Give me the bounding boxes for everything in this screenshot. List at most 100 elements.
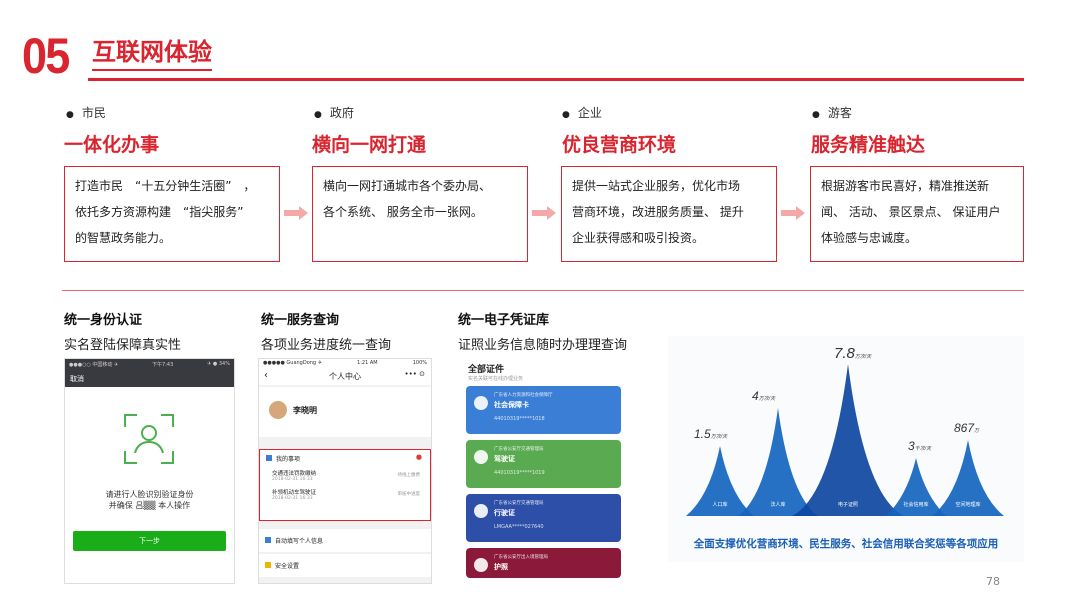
peak-shape	[792, 364, 904, 516]
status-time: 下午7:43	[152, 362, 174, 368]
certificate-card[interactable]: 广东省人力资源和社会保障厅 社会保障卡 44010319*****1018	[466, 386, 621, 434]
next-button[interactable]: 下一步	[73, 531, 226, 551]
status-bar: ●●●○○ 中国移动 ✈ 下午7:43 ✈ ● 34%	[65, 359, 234, 371]
notification-badge: ●	[415, 453, 422, 461]
row-security[interactable]: 安全设置	[259, 554, 431, 577]
peak-label: 空间地理库	[955, 501, 980, 508]
nav-bar: ‹ 个人中心 ••• ⊙	[259, 369, 431, 385]
desc-line: 企业获得感和吸引投资。	[572, 231, 705, 245]
phone-face-verify: ●●●○○ 中国移动 ✈ 下午7:43 ✈ ● 34% 取消 请进行人脸识别验证…	[64, 358, 235, 584]
certificate-org: 广东省公安厅交通管理局	[494, 501, 544, 506]
row-my-matters[interactable]: 我的事项 ●	[260, 450, 430, 467]
desc-line: 打造市民 “十五分钟生活圈” ，	[75, 179, 256, 193]
desc-line: 提供一站式企业服务，优化市场	[572, 179, 741, 193]
cancel-link[interactable]: 取消	[65, 371, 234, 387]
matter-status: 审核中进度	[397, 492, 421, 497]
certificate-name: 社会保障卡	[494, 401, 529, 409]
certificate-name: 护照	[494, 563, 508, 571]
section-number: 05	[22, 28, 70, 84]
matter-item[interactable]: 补领机动车驾驶证 2018-02-31 16:33 审核中进度	[260, 484, 430, 505]
heading-enterprise: 优良营商环境	[562, 134, 677, 156]
certificate-icon	[474, 558, 488, 572]
certificates-title: 全部证件	[468, 365, 505, 375]
certificates-subtitle: 实名关联可在线办理业务	[468, 376, 524, 382]
title-divider	[88, 78, 1024, 81]
peaks-svg: 人口库 1.5万次/天法人库 4万次/天电子证照 7.8万次/天社会信用库 3千次/天空…	[686, 345, 1004, 516]
avatar	[269, 401, 287, 419]
desc-line: 体验感与忠诚度。	[821, 231, 918, 245]
heading-government: 横向一网打通	[312, 134, 427, 156]
desc-line: 各个系统、 服务全市一张网。	[323, 205, 483, 219]
row-label: 自动填写个人信息	[275, 538, 324, 545]
certificate-org: 广东省人力资源和社会保障厅	[494, 393, 553, 398]
peak-label: 社会信用库	[903, 501, 928, 508]
face-prompt: 请进行人脸识别验证身份 并确保 吕▒▒ 本人操作	[65, 489, 234, 511]
row-label: 我的事项	[276, 456, 301, 463]
certificate-card[interactable]: 广东省公安厅出入境管理局 护照	[466, 548, 621, 578]
section-desc-certificate: 证照业务信息随时办理理查询	[458, 338, 628, 353]
shield-icon	[265, 562, 271, 568]
peak-label: 电子证照	[838, 501, 858, 508]
certificate-number: 44010319*****1019	[494, 470, 545, 476]
desc-line: 的智慧政务能力。	[75, 231, 172, 245]
peak-value: 7.8万次/天	[834, 345, 872, 362]
prompt-line: 并确保 吕▒▒ 本人操作	[108, 501, 191, 510]
matter-title: 补领机动车驾驶证	[272, 490, 317, 496]
peak-label: 人口库	[712, 501, 727, 508]
prompt-line: 请进行人脸识别验证身份	[105, 490, 194, 499]
section-divider	[62, 290, 1024, 291]
peak-value: 867万	[954, 421, 980, 435]
more-icon[interactable]: ••• ⊙	[405, 370, 425, 378]
heading-tourist: 服务精准触达	[811, 134, 926, 156]
certificate-list: 广东省人力资源和社会保障厅 社会保障卡 44010319*****1018 广东…	[458, 386, 629, 578]
peak-value: 1.5万次/天	[694, 427, 728, 441]
user-card: 李晓明	[259, 387, 431, 437]
certificate-icon	[474, 504, 488, 518]
row-label: 安全设置	[275, 563, 300, 570]
section-heading-identity: 统一身份认证	[64, 313, 143, 328]
arrow-right-icon	[532, 206, 556, 220]
section-desc-query: 各项业务进度统一查询	[261, 338, 392, 353]
autofill-icon	[265, 537, 271, 543]
my-matters-panel[interactable]: 我的事项 ● 交通违法罚款缴纳 2018-02-31 16:33 待线上缴费 补…	[259, 449, 431, 521]
certificate-name: 驾驶证	[494, 455, 515, 463]
arrow-right-icon	[781, 206, 805, 220]
certificate-org: 广东省公安厅出入境管理局	[494, 555, 548, 560]
usage-peaks-chart: 人口库 1.5万次/天 法人库 4万次/天 电子证照 7.8万次/天 社会信用库 3千次/天空…	[668, 336, 1024, 562]
section-desc-identity: 实名登陆保障真实性	[64, 338, 182, 353]
matter-date: 2018-02-31 16:33	[272, 496, 313, 501]
certificate-icon	[474, 396, 488, 410]
certificate-card[interactable]: 广东省公安厅交通管理局 驾驶证 44010319*****1019	[466, 440, 621, 488]
category-government: 政府	[314, 104, 354, 121]
matter-title: 交通违法罚款缴纳	[272, 471, 317, 477]
certificate-number: 44010319*****1018	[494, 416, 545, 422]
certificate-number: LMGAA*****027640	[494, 524, 544, 530]
status-battery: ✈ ● 34%	[207, 361, 230, 367]
certificate-org: 广东省公安厅交通管理局	[494, 447, 544, 452]
category-enterprise: 企业	[562, 104, 602, 121]
peak-value: 3千次/天	[908, 439, 932, 453]
face-scan-icon	[124, 414, 174, 464]
user-name: 李晓明	[293, 406, 317, 415]
arrow-right-icon	[284, 206, 308, 220]
row-autofill[interactable]: 自动填写个人信息	[259, 529, 431, 552]
status-bar: ●●●●● GuangDong ✈ 1:21 AM 100%	[259, 359, 431, 369]
category-tourist: 游客	[812, 104, 852, 121]
certificate-icon	[474, 450, 488, 464]
status-carrier: ●●●○○ 中国移动 ✈	[69, 362, 119, 368]
desc-line: 营商环境，改进服务质量、 提升	[572, 205, 744, 219]
desc-line: 根据游客市民喜好，精准推送新	[821, 179, 990, 193]
peak-shape	[738, 408, 818, 516]
category-citizen: 市民	[66, 104, 106, 121]
heading-citizen: 一体化办事	[64, 134, 160, 156]
desc-box-citizen: 打造市民 “十五分钟生活圈” ， 依托多方资源构建 “指尖服务” 的智慧政务能力…	[64, 166, 280, 262]
desc-box-enterprise: 提供一站式企业服务，优化市场 营商环境，改进服务质量、 提升 企业获得感和吸引投…	[561, 166, 777, 262]
status-time: 1:21 AM	[357, 360, 378, 366]
page-number: 78	[986, 575, 1000, 588]
matter-item[interactable]: 交通违法罚款缴纳 2018-02-31 16:33 待线上缴费	[260, 467, 430, 484]
status-battery: 100%	[412, 360, 427, 366]
matter-date: 2018-02-31 16:33	[272, 477, 313, 482]
certificate-name: 行驶证	[494, 509, 515, 517]
certificate-card[interactable]: 广东省公安厅交通管理局 行驶证 LMGAA*****027640	[466, 494, 621, 542]
phone-personal-center: ●●●●● GuangDong ✈ 1:21 AM 100% ‹ 个人中心 ••…	[258, 358, 432, 584]
